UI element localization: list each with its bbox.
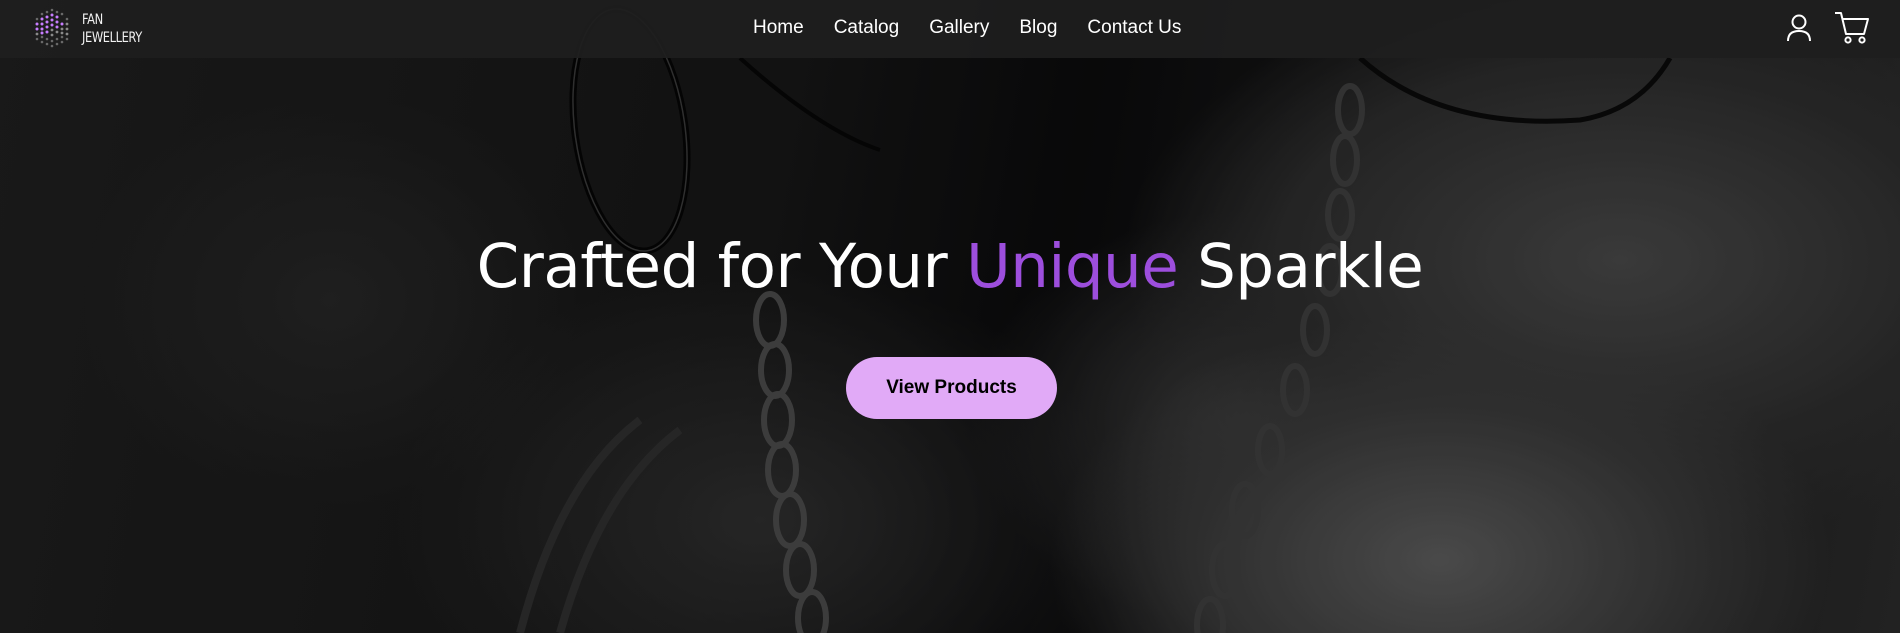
page: FAN JEWELLERY Home Catalog Gallery Blog … [0, 0, 1900, 633]
main-nav: Home Catalog Gallery Blog Contact Us [738, 0, 1196, 56]
nav-item-gallery[interactable]: Gallery [914, 0, 1004, 56]
header-actions [1786, 10, 1870, 51]
brand-name: FAN JEWELLERY [82, 11, 142, 47]
hero-title-accent: Unique [966, 231, 1179, 302]
site-header: FAN JEWELLERY Home Catalog Gallery Blog … [0, 0, 1900, 58]
brand-name-line1: FAN [82, 12, 103, 28]
brand-name-line2: JEWELLERY [82, 30, 142, 46]
nav-item-home[interactable]: Home [738, 0, 819, 56]
hero-title-part2: Sparkle [1178, 231, 1424, 302]
nav-item-contact-us[interactable]: Contact Us [1072, 0, 1196, 56]
user-icon[interactable] [1786, 13, 1812, 48]
brand-logo[interactable]: FAN JEWELLERY [28, 4, 155, 54]
nav-item-blog[interactable]: Blog [1004, 0, 1072, 56]
hero-title: Crafted for Your Unique Sparkle [0, 228, 1900, 306]
nav-item-catalog[interactable]: Catalog [819, 0, 915, 56]
view-products-button[interactable]: View Products [846, 357, 1057, 419]
hero-title-part1: Crafted for Your [476, 231, 967, 302]
hero-dark-overlay [0, 0, 1900, 633]
cart-icon[interactable] [1834, 10, 1870, 51]
logo-mark-icon [35, 8, 69, 48]
